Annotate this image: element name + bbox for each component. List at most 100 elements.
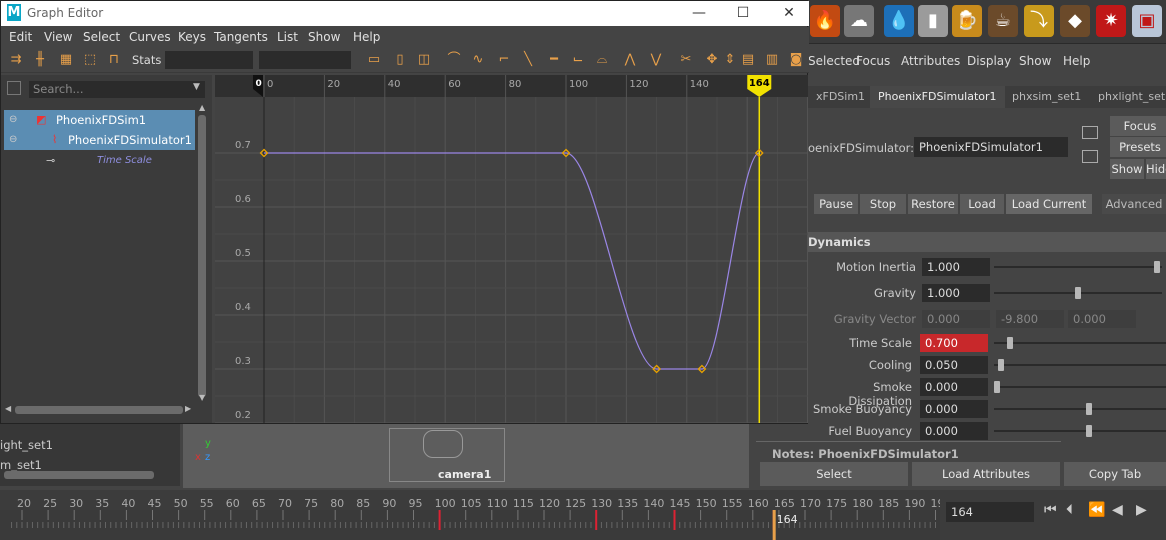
menu-list[interactable]: List bbox=[277, 30, 298, 44]
gravity-vector-z-field[interactable]: 0.000 bbox=[1068, 310, 1136, 328]
load-attributes-button[interactable]: Load Attributes bbox=[912, 462, 1060, 486]
free-weight-icon[interactable]: ✂ bbox=[677, 51, 695, 69]
plateau-tangent-icon[interactable]: ⌓ bbox=[593, 51, 611, 69]
play-backward-icon[interactable]: ◀ bbox=[1112, 502, 1123, 518]
search-dropdown-icon[interactable]: ▼ bbox=[193, 82, 200, 92]
stop-button[interactable]: Stop bbox=[860, 194, 906, 214]
dope-sheet-icon[interactable]: ▤ bbox=[739, 51, 757, 69]
time-slider[interactable]: 20 25 30 35 40 45 50 55 60 65 70 75 80 85 90 95 100 105 11… bbox=[0, 490, 978, 540]
menu-tangents[interactable]: Tangents bbox=[214, 30, 268, 44]
outliner-scrollbar[interactable] bbox=[4, 471, 154, 479]
gravity-vector-y-field[interactable]: -9.800 bbox=[996, 310, 1064, 328]
stats-value-field[interactable] bbox=[259, 51, 351, 69]
time-editor-icon[interactable]: ◙ bbox=[787, 51, 805, 69]
outliner-row-time-scale[interactable]: ⊸ Time Scale bbox=[4, 152, 195, 172]
ae-menu-focus[interactable]: Focus bbox=[856, 54, 890, 68]
outliner-vscrollbar[interactable] bbox=[198, 115, 206, 397]
trax-editor-icon[interactable]: ▥ bbox=[763, 51, 781, 69]
restore-button[interactable]: Restore bbox=[908, 194, 958, 214]
smoke-buoyancy-knob[interactable] bbox=[1086, 403, 1092, 415]
flat-tangent-icon[interactable]: ━ bbox=[545, 51, 563, 69]
fuel-buoyancy-slider[interactable] bbox=[994, 430, 1166, 432]
menu-edit[interactable]: Edit bbox=[9, 30, 32, 44]
show-button[interactable]: Show bbox=[1110, 159, 1144, 179]
filter-icon[interactable] bbox=[7, 81, 21, 95]
fuel-buoyancy-knob[interactable] bbox=[1086, 425, 1092, 437]
presets-button[interactable]: Presets bbox=[1110, 137, 1166, 157]
clamped-tangent-icon[interactable]: ⌐ bbox=[495, 51, 513, 69]
outliner-row-phoenixfdsim1[interactable]: ⊖ ◩ PhoenixFDSim1 bbox=[4, 110, 195, 130]
cloud-icon[interactable]: ☁ bbox=[844, 5, 874, 37]
outliner-item-light-set[interactable]: ight_set1 bbox=[0, 438, 53, 452]
close-button[interactable]: ✕ bbox=[767, 3, 811, 23]
pour-icon[interactable]: ⤵ bbox=[1024, 5, 1054, 37]
move-key-icon[interactable]: ⇉ bbox=[7, 51, 25, 69]
time-scale-field[interactable]: 0.700 bbox=[920, 334, 988, 352]
time-scale-knob[interactable] bbox=[1007, 337, 1013, 349]
water-icon[interactable]: 💧 bbox=[884, 5, 914, 37]
select-button[interactable]: Select bbox=[760, 462, 908, 486]
graph-view[interactable]: 0.7 0.6 0.5 0.4 0.3 0.2 bbox=[215, 97, 808, 423]
ae-menu-show[interactable]: Show bbox=[1019, 54, 1051, 68]
beer-icon[interactable]: 🍺 bbox=[952, 5, 982, 37]
lattice-icon[interactable]: ▦ bbox=[57, 51, 75, 69]
menu-select[interactable]: Select bbox=[83, 30, 120, 44]
calendar-icon[interactable]: ▣ bbox=[1132, 5, 1162, 37]
frame-playback-icon[interactable]: ▯ bbox=[391, 51, 409, 69]
scroll-up-icon[interactable]: ▲ bbox=[199, 103, 205, 112]
cooling-slider[interactable] bbox=[994, 364, 1166, 366]
insert-key-icon[interactable]: ╫ bbox=[31, 51, 49, 69]
smoke-dissipation-knob[interactable] bbox=[994, 381, 1000, 393]
spline-tangent-icon[interactable]: ∿ bbox=[469, 51, 487, 69]
linear-tangent-icon[interactable]: ╲ bbox=[519, 51, 537, 69]
time-scale-slider[interactable] bbox=[994, 342, 1166, 344]
break-tangent-icon[interactable]: ⋀ bbox=[621, 51, 639, 69]
menu-keys[interactable]: Keys bbox=[178, 30, 206, 44]
gravity-knob[interactable] bbox=[1075, 287, 1081, 299]
tab-phxsim-set1[interactable]: phxsim_set1 bbox=[1004, 86, 1089, 108]
step-back-icon[interactable]: ⏴ bbox=[1066, 502, 1073, 518]
copy-tab-button[interactable]: Copy Tab bbox=[1064, 462, 1166, 486]
select-node-icon[interactable] bbox=[1082, 150, 1098, 163]
smoke-buoyancy-slider[interactable] bbox=[994, 408, 1166, 410]
outliner-row-phoenixfdsimulator1[interactable]: ⊖ ⌇ PhoenixFDSimulator1 bbox=[4, 130, 195, 150]
current-frame-field[interactable]: 164 bbox=[946, 502, 1034, 522]
gravity-vector-x-field[interactable]: 0.000 bbox=[922, 310, 990, 328]
load-current-button[interactable]: Load Current bbox=[1006, 194, 1092, 214]
scroll-left-icon[interactable]: ◀ bbox=[5, 404, 11, 413]
dynamics-section[interactable]: Dynamics bbox=[808, 232, 1166, 252]
smoke-dissipation-slider[interactable] bbox=[994, 386, 1166, 388]
scroll-down-icon[interactable]: ▼ bbox=[199, 393, 205, 402]
hide-button[interactable]: Hide bbox=[1146, 159, 1166, 179]
outliner-search-input[interactable]: Search... bbox=[29, 81, 205, 98]
focus-button[interactable]: Focus bbox=[1110, 116, 1166, 136]
ae-menu-selected[interactable]: Selected bbox=[808, 54, 860, 68]
go-to-start-icon[interactable]: ⏮ bbox=[1044, 502, 1057, 518]
play-forward-icon[interactable]: ▶ bbox=[1136, 502, 1147, 518]
maximize-button[interactable]: ☐ bbox=[721, 3, 765, 23]
frame-all-icon[interactable]: ▭ bbox=[365, 51, 383, 69]
advanced-button[interactable]: Advanced bbox=[1102, 194, 1166, 214]
menu-show[interactable]: Show bbox=[308, 30, 340, 44]
normalize-icon[interactable]: ⇕ bbox=[721, 51, 739, 69]
ae-menu-attributes[interactable]: Attributes bbox=[901, 54, 960, 68]
ae-menu-display[interactable]: Display bbox=[967, 54, 1011, 68]
coffee-icon[interactable]: ☕ bbox=[988, 5, 1018, 37]
gravity-field[interactable]: 1.000 bbox=[922, 284, 990, 302]
splat-icon[interactable]: ✷ bbox=[1096, 5, 1126, 37]
unify-tangent-icon[interactable]: ⋁ bbox=[647, 51, 665, 69]
load-button[interactable]: Load bbox=[960, 194, 1004, 214]
minimize-button[interactable]: — bbox=[677, 3, 721, 23]
scroll-right-icon[interactable]: ▶ bbox=[185, 404, 191, 413]
tab-phoenixfdsimulator1[interactable]: PhoenixFDSimulator1 bbox=[870, 86, 1005, 108]
load-node-icon[interactable] bbox=[1082, 126, 1098, 139]
flame-icon[interactable]: 🔥 bbox=[810, 5, 840, 37]
ae-menu-help[interactable]: Help bbox=[1063, 54, 1090, 68]
auto-tangent-icon[interactable]: ⌒ bbox=[445, 51, 463, 69]
collapse-icon[interactable]: ⊖ bbox=[9, 110, 17, 130]
region-select-icon[interactable]: ⬚ bbox=[81, 51, 99, 69]
fuel-buoyancy-field[interactable]: 0.000 bbox=[920, 422, 988, 440]
stats-frame-field[interactable] bbox=[165, 51, 253, 69]
step-back-key-icon[interactable]: ⏪ bbox=[1088, 502, 1105, 518]
menu-view[interactable]: View bbox=[44, 30, 72, 44]
